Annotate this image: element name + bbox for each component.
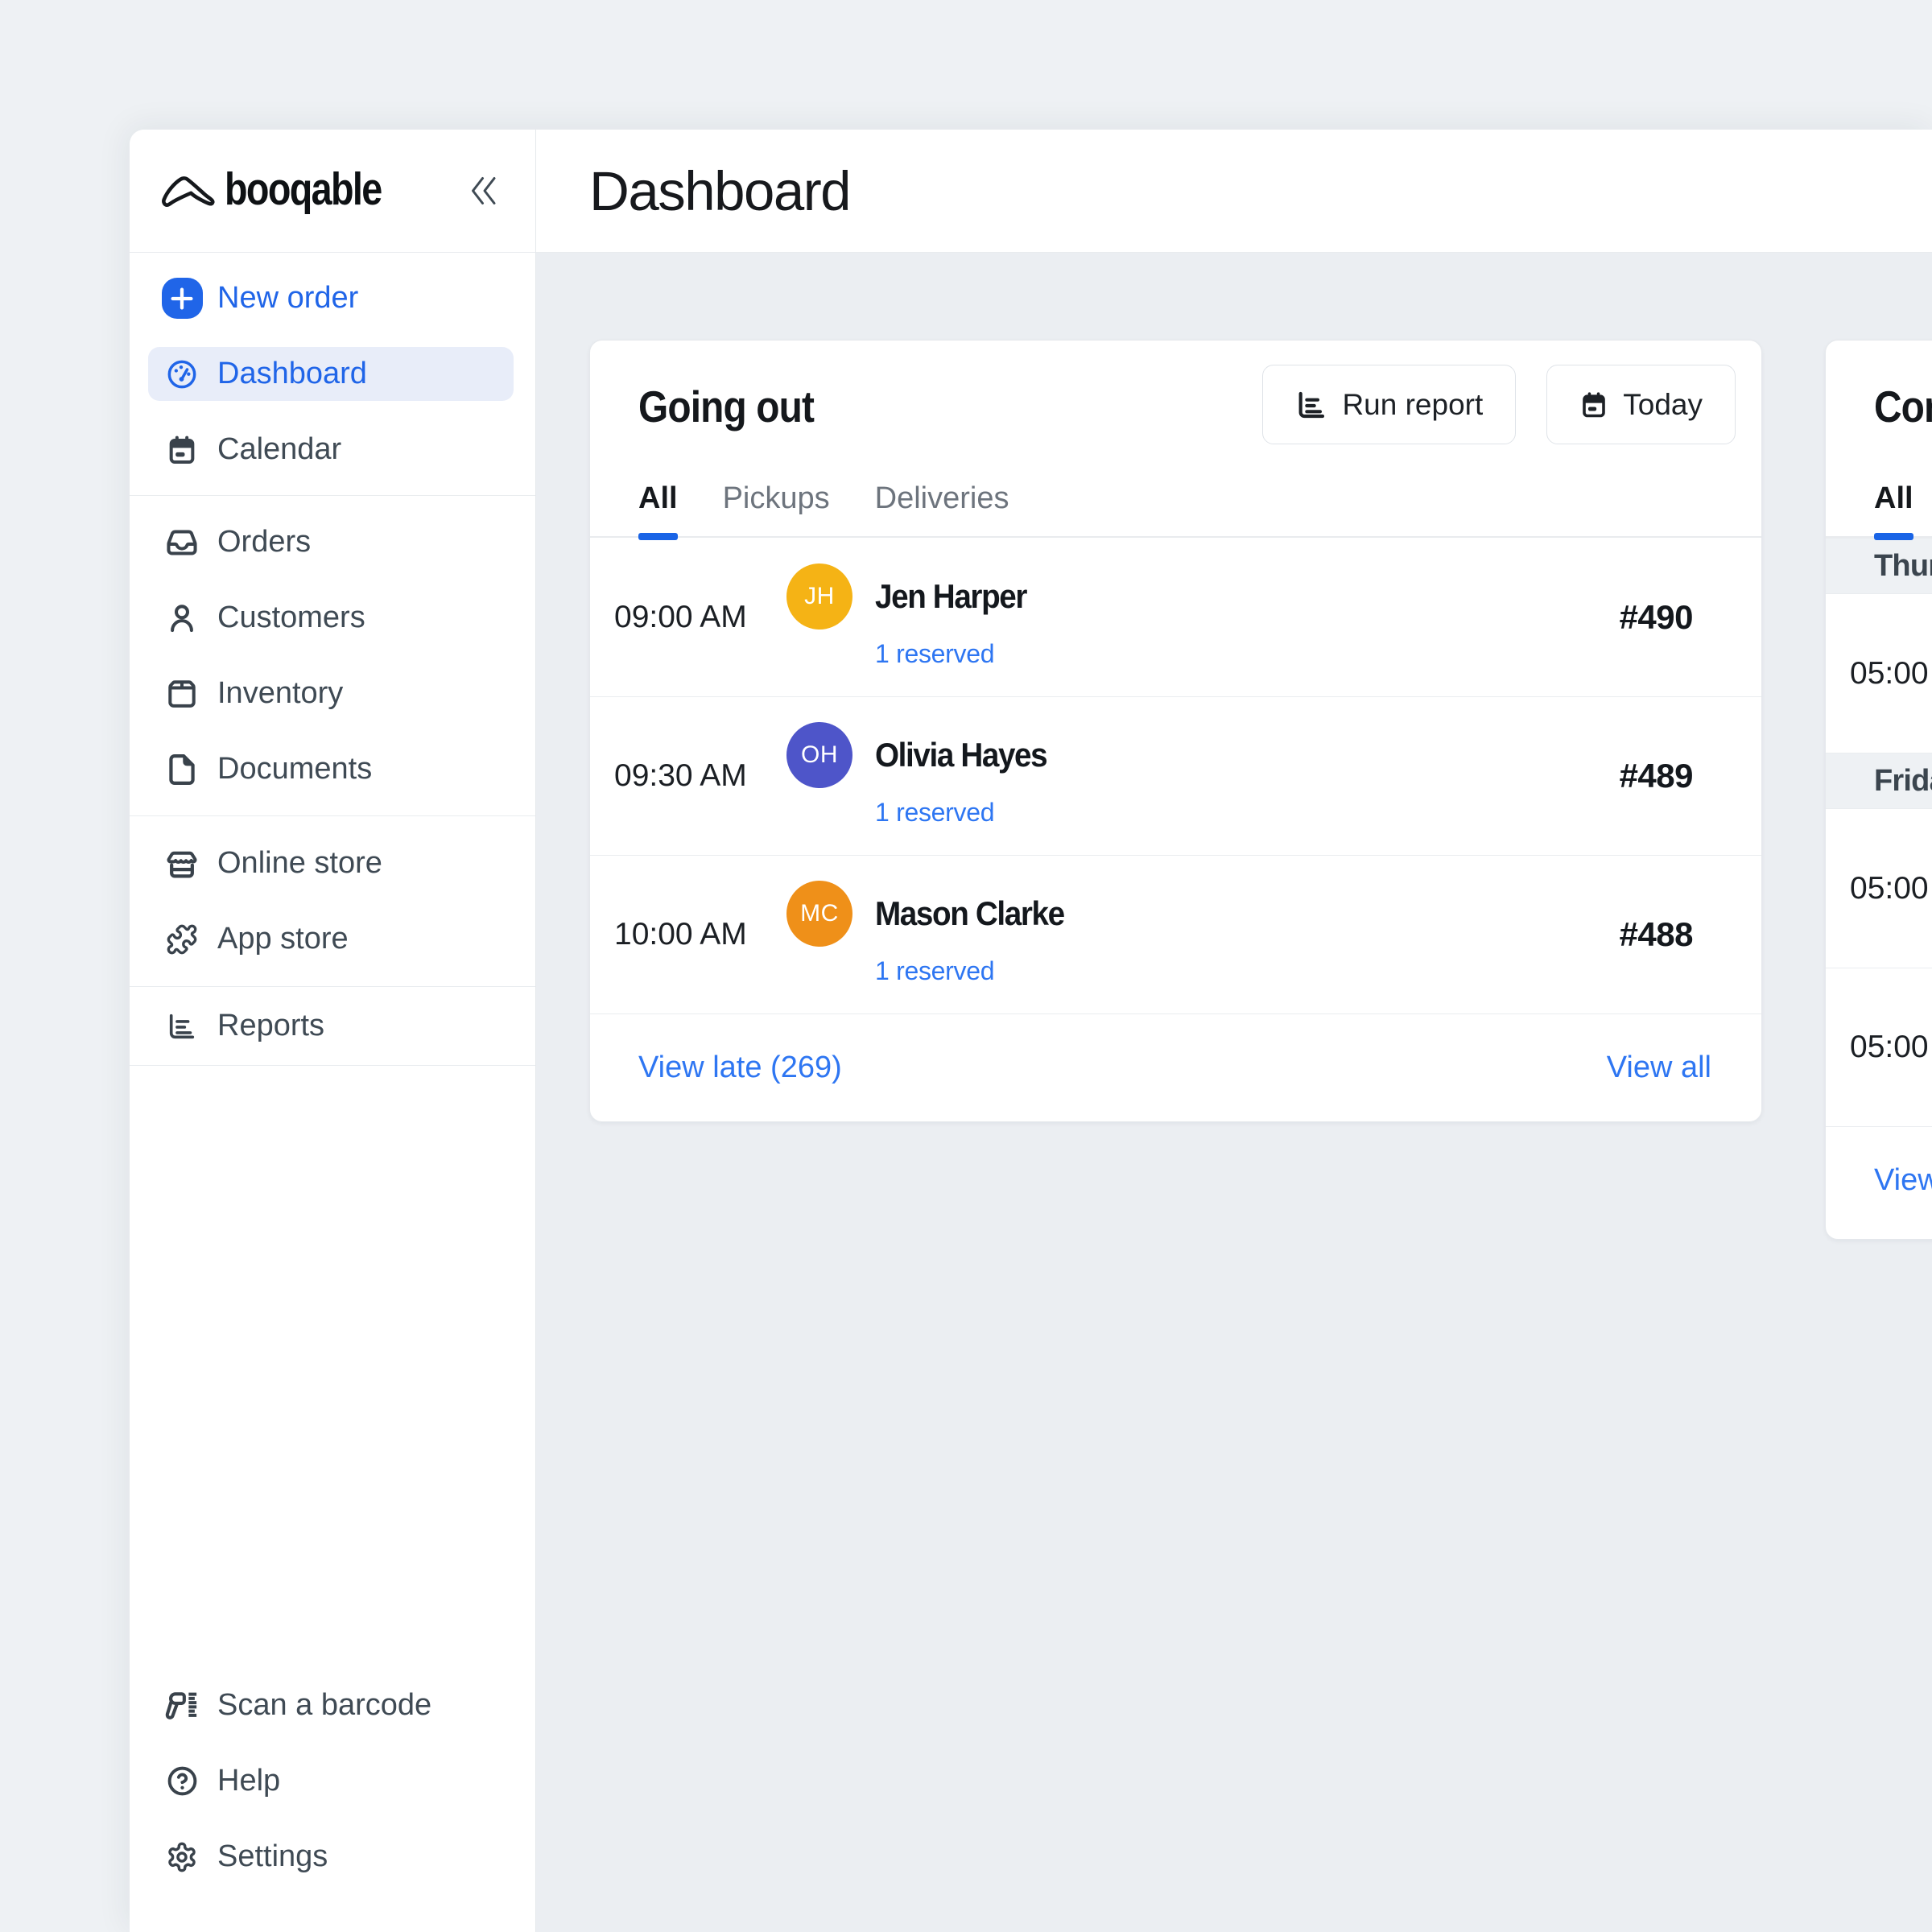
dashboard-content: Going out Run report: [536, 253, 1932, 1240]
tab-all[interactable]: All: [1874, 481, 1913, 536]
reserved-link[interactable]: 1 reserved: [875, 795, 1062, 830]
sidebar-item-new-order[interactable]: New order: [148, 271, 514, 325]
sidebar-item-help[interactable]: Help: [148, 1754, 514, 1808]
sidebar-nav: New order Dashboard: [130, 253, 535, 1066]
order-row[interactable]: 09:30 AM OH Olivia Hayes 1 reserved #489: [590, 696, 1761, 855]
order-row[interactable]: 09:00 AM JH Jen Harper 1 reserved #490: [590, 538, 1761, 696]
booqable-logo[interactable]: booqable: [161, 167, 469, 216]
today-button[interactable]: Today: [1546, 365, 1736, 444]
sidebar-item-documents[interactable]: Documents: [148, 742, 514, 796]
plus-icon: [162, 278, 203, 319]
sidebar-item-orders[interactable]: Orders: [148, 515, 514, 569]
sidebar-item-calendar[interactable]: Calendar: [148, 423, 514, 477]
order-number: #490: [1620, 598, 1761, 637]
sidebar-item-scan-barcode[interactable]: Scan a barcode: [148, 1678, 514, 1732]
calendar-icon: [161, 434, 203, 466]
day-band-friday: Friday: [1826, 753, 1932, 809]
file-icon: [161, 752, 203, 787]
view-late-link[interactable]: View late (269): [638, 1051, 842, 1085]
reserved-link[interactable]: 1 reserved: [875, 637, 1039, 671]
tab-pickups[interactable]: Pickups: [723, 481, 830, 536]
going-out-tabs: All Pickups Deliveries: [590, 481, 1761, 538]
gear-icon: [161, 1841, 203, 1873]
booqable-wordmark: booqable: [225, 163, 382, 216]
avatar: MC: [786, 881, 852, 947]
barcode-scanner-icon: [161, 1687, 203, 1724]
view-late-link[interactable]: View late: [1874, 1163, 1932, 1198]
main-area: Dashboard Going out Run report: [536, 130, 1932, 1932]
main-header: Dashboard: [536, 130, 1932, 253]
coming-in-title: Coming in: [1874, 381, 1932, 432]
day-band-thursday: Thursday: [1826, 538, 1932, 594]
coming-in-card: Coming in All Thursday 05:00 PM Friday 0…: [1825, 340, 1932, 1240]
app-window: booqable: [130, 130, 1932, 1932]
going-out-rows: 09:00 AM JH Jen Harper 1 reserved #490 0…: [590, 538, 1761, 1013]
sidebar-item-settings[interactable]: Settings: [148, 1830, 514, 1884]
order-number: #489: [1620, 757, 1761, 795]
box-icon: [161, 677, 203, 711]
sidebar-item-inventory[interactable]: Inventory: [148, 667, 514, 720]
bar-chart-icon: [1295, 389, 1327, 421]
going-out-card: Going out Run report: [589, 340, 1762, 1122]
view-all-link[interactable]: View all: [1607, 1051, 1711, 1085]
booqable-logo-mark: [161, 173, 217, 208]
page-title: Dashboard: [589, 159, 850, 223]
tab-all[interactable]: All: [638, 481, 678, 536]
sidebar-item-app-store[interactable]: App store: [148, 912, 514, 966]
avatar: OH: [786, 722, 852, 788]
sidebar-item-online-store[interactable]: Online store: [148, 836, 514, 890]
tab-deliveries[interactable]: Deliveries: [875, 481, 1009, 536]
chevrons-left-icon: [469, 175, 498, 206]
bar-chart-icon: [161, 1011, 203, 1042]
sidebar-item-reports[interactable]: Reports: [148, 999, 514, 1053]
logo-row: booqable: [130, 130, 535, 253]
sidebar-item-customers[interactable]: Customers: [148, 591, 514, 645]
avatar: JH: [786, 564, 852, 630]
order-row[interactable]: 05:00 PM: [1826, 809, 1932, 968]
order-row[interactable]: 05:00 PM: [1826, 968, 1932, 1126]
calendar-icon: [1579, 390, 1608, 419]
order-row[interactable]: 05:00 PM: [1826, 594, 1932, 753]
user-icon: [161, 601, 203, 635]
order-number: #488: [1620, 915, 1761, 954]
run-report-button[interactable]: Run report: [1262, 365, 1516, 444]
gauge-icon: [161, 358, 203, 390]
storefront-icon: [161, 846, 203, 881]
sidebar-item-dashboard[interactable]: Dashboard: [148, 347, 514, 401]
inbox-icon: [161, 526, 203, 559]
reserved-link[interactable]: 1 reserved: [875, 954, 1080, 989]
sidebar: booqable: [130, 130, 536, 1932]
coming-in-tabs: All: [1826, 481, 1932, 538]
order-row[interactable]: 10:00 AM MC Mason Clarke 1 reserved #488: [590, 855, 1761, 1013]
help-circle-icon: [161, 1765, 203, 1798]
puzzle-icon: [161, 923, 203, 956]
sidebar-collapse-button[interactable]: [469, 175, 498, 206]
